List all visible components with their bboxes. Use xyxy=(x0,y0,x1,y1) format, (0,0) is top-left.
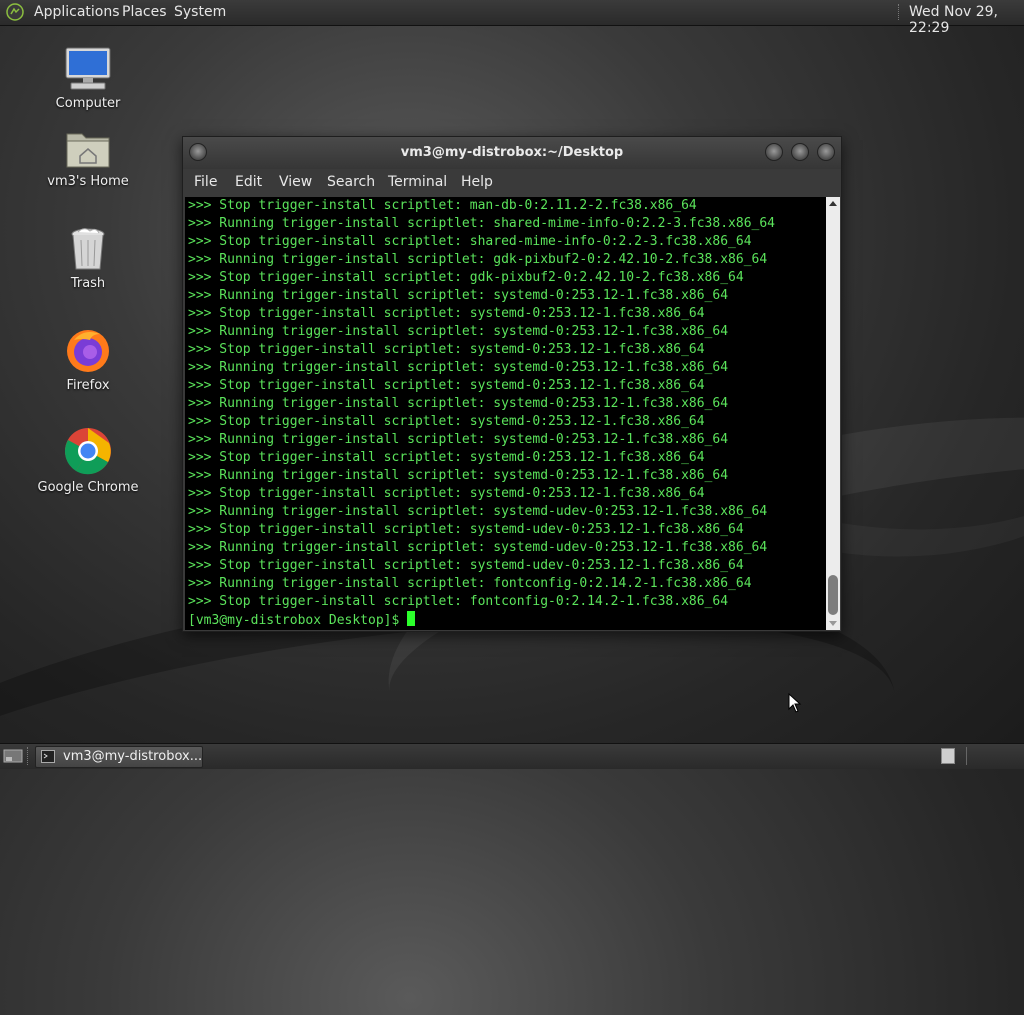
terminal-line: >>> Stop trigger-install scriptlet: font… xyxy=(188,594,729,609)
desktop-icon-chrome[interactable]: Google Chrome xyxy=(33,426,143,495)
panel-separator xyxy=(966,747,967,765)
window-title: vm3@my-distrobox:~/Desktop xyxy=(400,145,624,160)
terminal-scrollbar[interactable] xyxy=(826,197,840,630)
maximize-button[interactable] xyxy=(791,143,809,161)
terminal-cursor xyxy=(407,611,416,626)
taskbar-window-button[interactable]: vm3@my-distrobox... xyxy=(35,746,203,768)
terminal-window: vm3@my-distrobox:~/Desktop File Edit Vie… xyxy=(182,136,842,632)
terminal-line: >>> Running trigger-install scriptlet: g… xyxy=(188,252,768,267)
terminal-line: >>> Stop trigger-install scriptlet: syst… xyxy=(188,378,705,393)
terminal-prompt-line[interactable]: [vm3@my-distrobox Desktop]$ xyxy=(185,611,826,629)
panel-separator xyxy=(27,747,31,765)
desktop-icon-firefox[interactable]: Firefox xyxy=(33,326,143,393)
desktop-icon-trash[interactable]: Trash xyxy=(33,226,143,291)
top-panel: Applications Places System Wed Nov 29, 2… xyxy=(0,0,1024,36)
chrome-icon xyxy=(64,428,111,475)
workspace-switcher[interactable] xyxy=(941,748,955,764)
menu-help[interactable]: Help xyxy=(461,174,493,190)
terminal-line: >>> Stop trigger-install scriptlet: syst… xyxy=(188,342,705,357)
terminal-line: >>> Running trigger-install scriptlet: f… xyxy=(188,576,752,591)
trash-icon xyxy=(71,228,105,270)
desktop-icon-label: Trash xyxy=(70,276,106,291)
system-menu[interactable]: System xyxy=(174,4,226,20)
terminal-line: >>> Stop trigger-install scriptlet: syst… xyxy=(188,450,705,465)
desktop-icon-label: Computer xyxy=(55,96,121,111)
clock[interactable]: Wed Nov 29, 22:29 xyxy=(909,4,1024,36)
terminal-line: >>> Stop trigger-install scriptlet: syst… xyxy=(188,414,705,429)
menu-view[interactable]: View xyxy=(279,174,312,190)
terminal-line: >>> Stop trigger-install scriptlet: shar… xyxy=(188,234,752,249)
close-button[interactable] xyxy=(817,143,835,161)
window-titlebar[interactable]: vm3@my-distrobox:~/Desktop xyxy=(183,137,841,169)
home-folder-icon xyxy=(66,133,110,168)
terminal-line: >>> Running trigger-install scriptlet: s… xyxy=(188,288,729,303)
show-desktop-icon[interactable] xyxy=(3,748,23,764)
menu-search[interactable]: Search xyxy=(327,174,375,190)
computer-icon xyxy=(65,47,111,90)
menu-terminal[interactable]: Terminal xyxy=(388,174,447,190)
applications-menu[interactable]: Applications xyxy=(34,4,120,20)
scroll-up-arrow-icon[interactable] xyxy=(829,201,837,206)
window-menu-button[interactable] xyxy=(189,143,207,161)
terminal-line: >>> Stop trigger-install scriptlet: syst… xyxy=(188,558,744,573)
terminal-line: >>> Running trigger-install scriptlet: s… xyxy=(188,540,768,555)
terminal-line: >>> Running trigger-install scriptlet: s… xyxy=(188,432,729,447)
taskbar-window-label: vm3@my-distrobox... xyxy=(63,749,203,764)
terminal-line: >>> Running trigger-install scriptlet: s… xyxy=(188,216,775,231)
desktop-icon-home[interactable]: vm3's Home xyxy=(33,128,143,189)
scroll-down-arrow-icon[interactable] xyxy=(829,621,837,626)
firefox-icon xyxy=(67,330,109,372)
terminal-line: >>> Running trigger-install scriptlet: s… xyxy=(188,360,729,375)
desktop-icon-label: Google Chrome xyxy=(37,480,139,495)
terminal-line: >>> Stop trigger-install scriptlet: syst… xyxy=(188,306,705,321)
terminal-line: >>> Stop trigger-install scriptlet: syst… xyxy=(188,522,744,537)
minimize-button[interactable] xyxy=(765,143,783,161)
mate-logo-icon[interactable] xyxy=(6,3,24,21)
terminal-menubar: File Edit View Search Terminal Help xyxy=(183,169,841,197)
terminal-line: >>> Running trigger-install scriptlet: s… xyxy=(188,396,729,411)
terminal-line: >>> Running trigger-install scriptlet: s… xyxy=(188,324,729,339)
mouse-pointer-icon xyxy=(788,693,802,713)
scrollbar-thumb[interactable] xyxy=(828,575,838,615)
terminal-line: >>> Running trigger-install scriptlet: s… xyxy=(188,468,729,483)
menu-file[interactable]: File xyxy=(194,174,217,190)
panel-separator xyxy=(898,4,902,20)
terminal-prompt: [vm3@my-distrobox Desktop]$ xyxy=(188,613,408,628)
terminal-line: >>> Stop trigger-install scriptlet: syst… xyxy=(188,486,705,501)
bottom-panel: vm3@my-distrobox... xyxy=(0,743,1024,769)
desktop-icon-label: vm3's Home xyxy=(47,174,129,189)
menu-edit[interactable]: Edit xyxy=(235,174,262,190)
terminal-line: >>> Stop trigger-install scriptlet: man-… xyxy=(188,198,697,213)
terminal-icon xyxy=(41,750,55,763)
places-menu[interactable]: Places xyxy=(122,4,167,20)
desktop-icon-label: Firefox xyxy=(66,378,110,393)
terminal-output[interactable]: >>> Stop trigger-install scriptlet: man-… xyxy=(185,197,826,630)
terminal-line: >>> Stop trigger-install scriptlet: gdk-… xyxy=(188,270,744,285)
terminal-line: >>> Running trigger-install scriptlet: s… xyxy=(188,504,768,519)
desktop-icon-computer[interactable]: Computer xyxy=(33,46,143,111)
